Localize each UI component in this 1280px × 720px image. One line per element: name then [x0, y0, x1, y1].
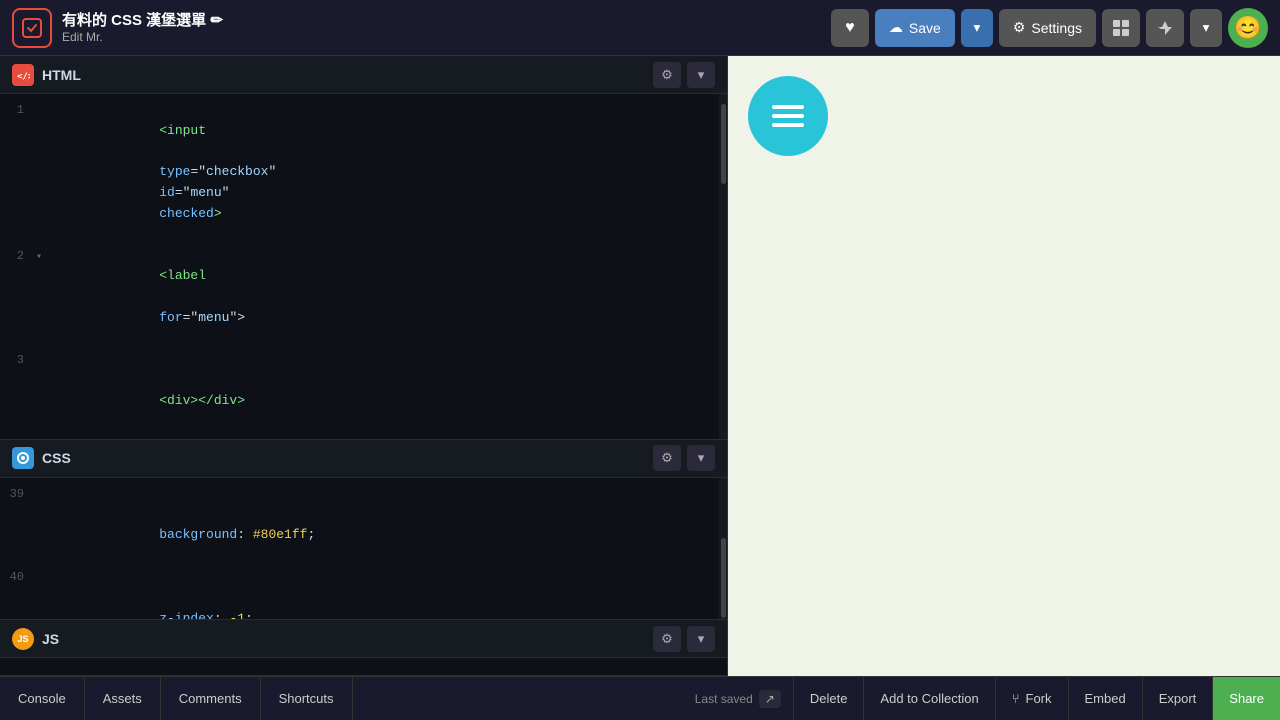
- cloud-icon: ☁: [889, 19, 903, 36]
- js-panel-header: JS JS ⚙ ▾: [0, 620, 727, 658]
- header-dropdown-button[interactable]: ▾: [1190, 9, 1222, 47]
- layout-button[interactable]: [1102, 9, 1140, 47]
- hamburger-line-1: [772, 105, 804, 109]
- html-panel: </> HTML ⚙ ▾ 1 <input: [0, 56, 727, 440]
- avatar-emoji: 😊: [1234, 15, 1261, 41]
- open-external-button[interactable]: ↗: [759, 690, 781, 708]
- js-icon: JS: [12, 628, 34, 650]
- comments-label: Comments: [179, 691, 242, 706]
- gear-icon: ⚙: [1013, 19, 1026, 36]
- code-line: 40 z-index: -1;: [0, 567, 719, 619]
- css-lines[interactable]: 39 background: #80e1ff; 40: [0, 478, 719, 619]
- preview-panel: [728, 56, 1280, 676]
- delete-button[interactable]: Delete: [794, 677, 865, 720]
- css-panel-title: CSS: [42, 450, 71, 466]
- html-panel-title: HTML: [42, 67, 81, 83]
- last-saved-status: Last saved ↗: [695, 690, 781, 708]
- js-panel-title: JS: [42, 631, 59, 647]
- html-icon: </>: [12, 64, 34, 86]
- share-button[interactable]: Share: [1213, 677, 1280, 720]
- code-line: 1 <input type="checkbox" id="menu" check…: [0, 100, 719, 246]
- html-code-area: 1 <input type="checkbox" id="menu" check…: [0, 94, 727, 439]
- js-settings-button[interactable]: ⚙: [653, 626, 681, 652]
- export-button[interactable]: Export: [1143, 677, 1214, 720]
- shortcuts-label: Shortcuts: [279, 691, 334, 706]
- html-lines[interactable]: 1 <input type="checkbox" id="menu" check…: [0, 94, 719, 439]
- js-collapse-button[interactable]: ▾: [687, 626, 715, 652]
- bottom-toolbar: Console Assets Comments Shortcuts Last s…: [0, 676, 1280, 720]
- console-label: Console: [18, 691, 66, 706]
- code-line: 2 ▾ <label for="menu">: [0, 246, 719, 350]
- hamburger-line-3: [772, 123, 804, 127]
- page-title: 有料的 CSS 漢堡選單 ✏: [62, 12, 223, 30]
- html-collapse-button[interactable]: ▾: [687, 62, 715, 88]
- preview-hamburger-button: [748, 76, 828, 156]
- console-button[interactable]: Console: [0, 677, 85, 720]
- svg-text:</>: </>: [17, 72, 30, 82]
- code-line: 39 background: #80e1ff;: [0, 484, 719, 567]
- logo-icon: [12, 8, 52, 48]
- code-line: 3 <div></div>: [0, 350, 719, 433]
- bottom-right-actions: Delete Add to Collection ⑂ Fork Embed Ex…: [793, 677, 1280, 720]
- css-collapse-button[interactable]: ▾: [687, 445, 715, 471]
- assets-button[interactable]: Assets: [85, 677, 161, 720]
- html-panel-header: </> HTML ⚙ ▾: [0, 56, 727, 94]
- add-to-collection-button[interactable]: Add to Collection: [864, 677, 995, 720]
- header-actions: ♥ ☁ Save ▾ ⚙ Settings ▾ 😊: [831, 8, 1268, 48]
- fork-icon: ⑂: [1012, 691, 1020, 706]
- page-subtitle: Edit Mr.: [62, 30, 223, 44]
- hamburger-line-2: [772, 114, 804, 118]
- js-panel: JS JS ⚙ ▾: [0, 620, 727, 676]
- comments-button[interactable]: Comments: [161, 677, 261, 720]
- css-settings-button[interactable]: ⚙: [653, 445, 681, 471]
- user-avatar-button[interactable]: 😊: [1228, 8, 1268, 48]
- save-button[interactable]: ☁ Save: [875, 9, 955, 47]
- css-scrollbar[interactable]: [719, 478, 727, 619]
- grid-icon: [1112, 19, 1130, 37]
- logo-section: 有料的 CSS 漢堡選單 ✏ Edit Mr.: [12, 8, 223, 48]
- pin-icon: [1156, 19, 1174, 37]
- hamburger-icon: [772, 105, 804, 127]
- html-scrollbar[interactable]: [719, 94, 727, 439]
- settings-button[interactable]: ⚙ Settings: [999, 9, 1096, 47]
- css-code-area: 39 background: #80e1ff; 40: [0, 478, 727, 619]
- css-icon: [12, 447, 34, 469]
- pin-button[interactable]: [1146, 9, 1184, 47]
- fork-button[interactable]: ⑂ Fork: [996, 677, 1069, 720]
- save-dropdown-button[interactable]: ▾: [961, 9, 993, 47]
- favorite-button[interactable]: ♥: [831, 9, 869, 47]
- css-panel-header: CSS ⚙ ▾: [0, 440, 727, 478]
- html-settings-button[interactable]: ⚙: [653, 62, 681, 88]
- css-panel: CSS ⚙ ▾ 39 background: #80e1ff;: [0, 440, 727, 620]
- header: 有料的 CSS 漢堡選單 ✏ Edit Mr. ♥ ☁ Save ▾ ⚙ Set…: [0, 0, 1280, 56]
- embed-button[interactable]: Embed: [1069, 677, 1143, 720]
- shortcuts-button[interactable]: Shortcuts: [261, 677, 353, 720]
- assets-label: Assets: [103, 691, 142, 706]
- code-panels: </> HTML ⚙ ▾ 1 <input: [0, 56, 728, 676]
- main-content: </> HTML ⚙ ▾ 1 <input: [0, 56, 1280, 676]
